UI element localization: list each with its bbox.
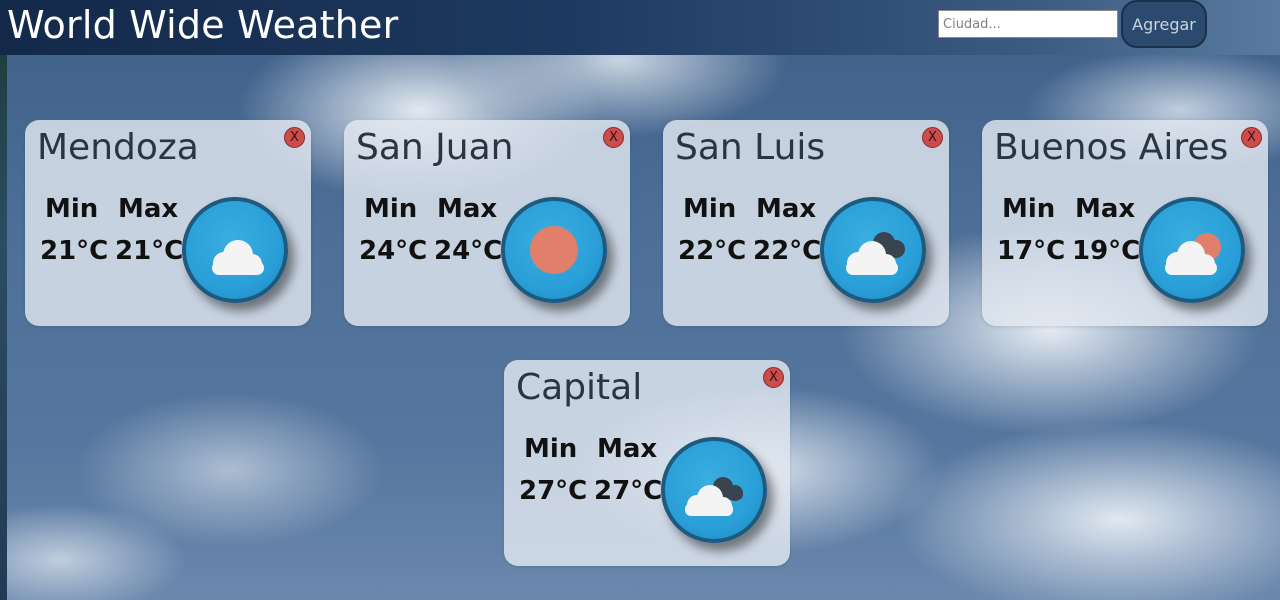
add-city-button[interactable]: Agregar bbox=[1121, 0, 1207, 48]
city-card-mendoza: Mendoza X Min Max 21°C 21°C bbox=[25, 120, 311, 326]
max-temp: 21°C bbox=[115, 236, 184, 266]
city-card-buenos-aires: Buenos Aires X Min Max 17°C 19°C bbox=[982, 120, 1268, 326]
close-card-button[interactable]: X bbox=[763, 367, 784, 388]
min-temp: 21°C bbox=[40, 236, 109, 266]
header-bar: World Wide Weather Agregar bbox=[0, 0, 1280, 55]
close-card-button[interactable]: X bbox=[603, 127, 624, 148]
city-card-san-luis: San Luis X Min Max 22°C 22°C bbox=[663, 120, 949, 326]
min-label: Min bbox=[364, 194, 418, 224]
city-name: Buenos Aires bbox=[994, 127, 1229, 168]
min-temp: 22°C bbox=[678, 236, 747, 266]
max-label: Max bbox=[437, 194, 498, 224]
min-temp: 27°C bbox=[519, 476, 588, 506]
min-label: Min bbox=[683, 194, 737, 224]
cloud-icon bbox=[182, 197, 288, 303]
left-edge-strip bbox=[0, 0, 7, 600]
partly-cloudy-icon bbox=[1139, 197, 1245, 303]
min-temp: 24°C bbox=[359, 236, 428, 266]
close-card-button[interactable]: X bbox=[284, 127, 305, 148]
broken-clouds-icon bbox=[820, 197, 926, 303]
max-temp: 24°C bbox=[434, 236, 503, 266]
city-name: Mendoza bbox=[37, 127, 199, 168]
broken-clouds-icon bbox=[661, 437, 767, 543]
max-label: Max bbox=[118, 194, 179, 224]
city-search-input[interactable] bbox=[938, 10, 1118, 38]
max-label: Max bbox=[597, 434, 658, 464]
city-card-san-juan: San Juan X Min Max 24°C 24°C bbox=[344, 120, 630, 326]
city-name: San Luis bbox=[675, 127, 826, 168]
min-label: Min bbox=[1002, 194, 1056, 224]
max-temp: 22°C bbox=[753, 236, 822, 266]
close-card-button[interactable]: X bbox=[1241, 127, 1262, 148]
city-card-capital: Capital X Min Max 27°C 27°C bbox=[504, 360, 790, 566]
app-title: World Wide Weather bbox=[7, 3, 399, 47]
sun-icon bbox=[501, 197, 607, 303]
city-name: Capital bbox=[516, 367, 643, 408]
min-label: Min bbox=[45, 194, 99, 224]
max-temp: 27°C bbox=[594, 476, 663, 506]
max-label: Max bbox=[1075, 194, 1136, 224]
max-label: Max bbox=[756, 194, 817, 224]
max-temp: 19°C bbox=[1072, 236, 1141, 266]
close-card-button[interactable]: X bbox=[922, 127, 943, 148]
min-label: Min bbox=[524, 434, 578, 464]
min-temp: 17°C bbox=[997, 236, 1066, 266]
city-name: San Juan bbox=[356, 127, 514, 168]
